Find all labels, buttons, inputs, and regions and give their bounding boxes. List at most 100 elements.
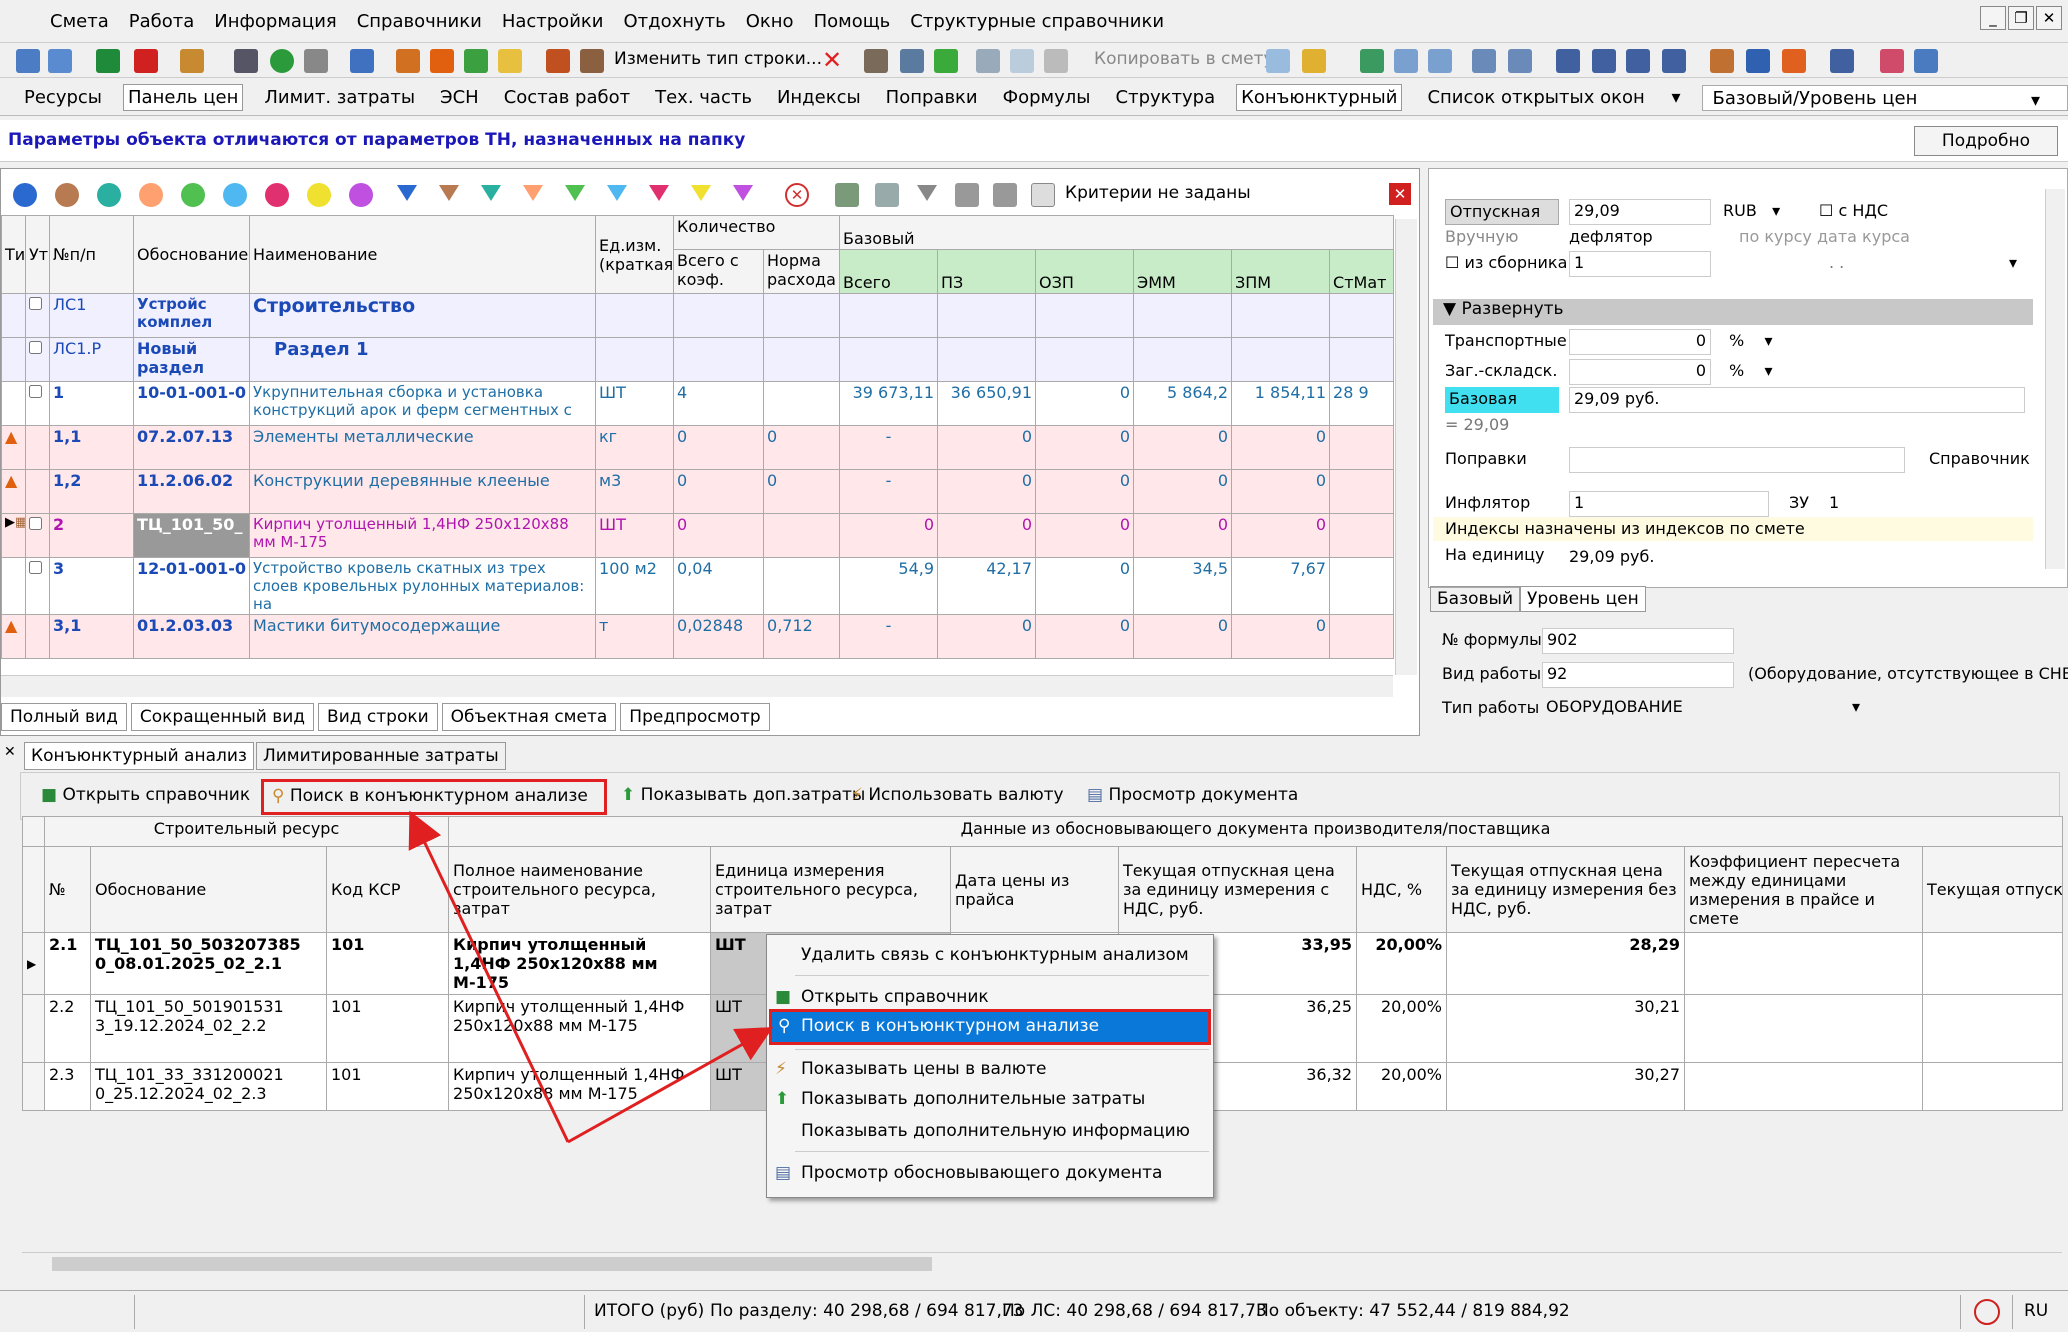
analysis-scrollbar[interactable] bbox=[22, 1252, 2062, 1276]
no-connection-icon[interactable] bbox=[1974, 1299, 2000, 1325]
col-npp[interactable]: №п/п bbox=[48, 215, 135, 294]
ungroup-icon[interactable] bbox=[875, 183, 899, 207]
menu-settings[interactable]: Настройки bbox=[502, 11, 604, 32]
hammer-icon[interactable] bbox=[1710, 49, 1734, 73]
tool-c-icon[interactable] bbox=[464, 49, 488, 73]
col-price-date[interactable]: Дата цены из прайса bbox=[950, 846, 1120, 933]
col-n[interactable]: № bbox=[44, 846, 91, 933]
storage-value[interactable]: 0 bbox=[1569, 359, 1711, 385]
move-up-icon[interactable] bbox=[934, 49, 958, 73]
tool-n-icon[interactable] bbox=[1508, 49, 1532, 73]
filter-pink-icon[interactable] bbox=[265, 183, 289, 207]
funnel-blue-icon[interactable] bbox=[397, 185, 417, 201]
storage-pct[interactable]: % ▾ bbox=[1729, 361, 1773, 380]
filter-orange-icon[interactable] bbox=[139, 183, 163, 207]
tab-limit[interactable]: Лимит. затраты bbox=[260, 85, 419, 110]
filter-yellow-icon[interactable] bbox=[307, 183, 331, 207]
menu-smeta[interactable]: Смета bbox=[50, 11, 109, 32]
close-icon[interactable]: ✕ bbox=[2036, 6, 2062, 30]
worker-icon[interactable] bbox=[1782, 49, 1806, 73]
filter-lightblue-icon[interactable] bbox=[223, 183, 247, 207]
collection-value[interactable]: 1 bbox=[1569, 251, 1711, 277]
truck-icon[interactable] bbox=[1746, 49, 1770, 73]
view-document-button[interactable]: ▤ Просмотр документа bbox=[1087, 785, 1298, 805]
copy-to-estimate-button[interactable]: Копировать в смету bbox=[1094, 49, 1274, 69]
tab-konjunkt-analysis[interactable]: Конъюнктурный анализ bbox=[24, 742, 254, 770]
menu-rest[interactable]: Отдохнуть bbox=[623, 11, 725, 32]
table-row[interactable]: ▶▦ 2 ТЦ_101_50_ Кирпич утолщенный 1,4НФ … bbox=[1, 513, 1395, 558]
col-unit[interactable]: Ед.изм. (краткая) bbox=[595, 215, 675, 294]
funnel-lightblue-icon[interactable] bbox=[607, 185, 627, 201]
menu-show-currency[interactable]: Показывать цены в валюте bbox=[801, 1059, 1046, 1079]
table-row[interactable]: ЛС1.Р Новый раздел Раздел 1 bbox=[1, 337, 1395, 382]
change-row-type-button[interactable]: Изменить тип строки... bbox=[614, 49, 822, 69]
details-button[interactable]: Подробно bbox=[1914, 126, 2058, 156]
row-checkbox[interactable] bbox=[29, 341, 42, 354]
col-price-vat[interactable]: Текущая отпускная цена за единицу измере… bbox=[1118, 846, 1358, 933]
table-row[interactable]: ▲ 3,1 01.2.03.03 Мастики битумосодержащи… bbox=[1, 614, 1395, 659]
close-icon[interactable]: ✕ bbox=[4, 744, 16, 760]
menu-spravochniki[interactable]: Справочники bbox=[357, 11, 482, 32]
tab-formulas[interactable]: Формулы bbox=[999, 85, 1095, 110]
tool-d-icon[interactable] bbox=[546, 49, 570, 73]
table-row[interactable]: ЛС1 Устройс комплел Строительство bbox=[1, 293, 1395, 338]
menu-show-extra-info[interactable]: Показывать дополнительную информацию bbox=[801, 1121, 1190, 1141]
col-zpm[interactable]: ЗПМ bbox=[1231, 249, 1331, 294]
menu-help[interactable]: Помощь bbox=[814, 11, 891, 32]
funnel-yellow-icon[interactable] bbox=[691, 185, 711, 201]
otpusk-label[interactable]: Отпускная bbox=[1445, 199, 1559, 225]
table-row[interactable]: 1 10-01-001-0 Укрупнительная сборка и ус… bbox=[1, 381, 1395, 426]
car-icon[interactable] bbox=[1830, 49, 1854, 73]
tab-preview[interactable]: Предпросмотр bbox=[620, 703, 770, 731]
transport-value[interactable]: 0 bbox=[1569, 329, 1711, 355]
search-analysis-button[interactable]: ⚲ Поиск в конъюнктурном анализе bbox=[261, 779, 607, 815]
menu-view-document[interactable]: Просмотр обосновывающего документа bbox=[801, 1163, 1162, 1183]
align-icon[interactable] bbox=[1626, 49, 1650, 73]
tab-short-view[interactable]: Сокращенный вид bbox=[130, 703, 315, 731]
comment-icon[interactable] bbox=[498, 49, 522, 73]
show-extra-costs-button[interactable]: ⬆ Показывать доп.затраты bbox=[621, 785, 865, 805]
table-row[interactable]: 3 12-01-001-0 Устройство кровель скатных… bbox=[1, 557, 1395, 615]
table-row[interactable]: ▲ 1,2 11.2.06.02 Конструкции деревянные … bbox=[1, 469, 1395, 514]
tab-row-view[interactable]: Вид строки bbox=[318, 703, 438, 731]
tab-full-view[interactable]: Полный вид bbox=[1, 703, 127, 731]
tool-a-icon[interactable] bbox=[396, 49, 420, 73]
menu-info[interactable]: Информация bbox=[214, 11, 336, 32]
table-row[interactable]: ▲ 1,1 07.2.07.13 Элементы металлические … bbox=[1, 425, 1395, 470]
align-b-icon[interactable] bbox=[1662, 49, 1686, 73]
col-basis[interactable]: Обоснование bbox=[133, 215, 251, 294]
menu-window[interactable]: Окно bbox=[746, 11, 794, 32]
tab-work[interactable]: Состав работ bbox=[500, 85, 634, 110]
tree-add-icon[interactable] bbox=[48, 49, 72, 73]
col-name[interactable]: Наименование bbox=[249, 215, 597, 294]
menu-show-extra-costs[interactable]: Показывать дополнительные затраты bbox=[801, 1089, 1145, 1109]
cut-icon[interactable] bbox=[976, 49, 1000, 73]
currency-select[interactable]: RUB ▾ bbox=[1723, 201, 1780, 220]
tab-limited-costs[interactable]: Лимитированные затраты bbox=[255, 742, 506, 770]
delete-icon[interactable]: ✕ bbox=[820, 48, 844, 73]
funnel-teal-icon[interactable] bbox=[481, 185, 501, 201]
col-norm[interactable]: Норма расхода bbox=[763, 249, 841, 294]
copy-icon[interactable] bbox=[1010, 49, 1034, 73]
from-collection-checkbox[interactable]: ☐ из сборника bbox=[1445, 253, 1567, 272]
funnel-pink-icon[interactable] bbox=[649, 185, 669, 201]
filter-brown-icon[interactable] bbox=[55, 183, 79, 207]
restore-icon[interactable]: ❐ bbox=[2008, 6, 2034, 30]
row-checkbox[interactable] bbox=[29, 517, 42, 530]
chevron-down-icon[interactable]: ▾ bbox=[2009, 253, 2017, 272]
inflator-value[interactable]: 1 bbox=[1569, 491, 1769, 517]
open-reference-button[interactable]: ■ Открыть справочник bbox=[41, 785, 250, 805]
tab-indexes[interactable]: Индексы bbox=[773, 85, 865, 110]
tab-base[interactable]: Базовый bbox=[1430, 586, 1521, 612]
work-type-select[interactable]: ОБОРУДОВАНИЕ ▾ bbox=[1542, 696, 1864, 722]
tool-e-icon[interactable] bbox=[580, 49, 604, 73]
up-icon[interactable] bbox=[955, 183, 979, 207]
clear-filter-icon[interactable]: ✕ bbox=[785, 183, 809, 207]
filter-teal-icon[interactable] bbox=[97, 183, 121, 207]
close-panel-icon[interactable]: ✕ bbox=[1389, 183, 1411, 205]
col-coef[interactable]: Коэффициент пересчета между единицами из… bbox=[1684, 846, 1924, 933]
tool-b-icon[interactable] bbox=[430, 49, 454, 73]
layers-icon[interactable] bbox=[1880, 49, 1904, 73]
row-checkbox[interactable] bbox=[29, 297, 42, 310]
transport-pct[interactable]: % ▾ bbox=[1729, 331, 1773, 350]
